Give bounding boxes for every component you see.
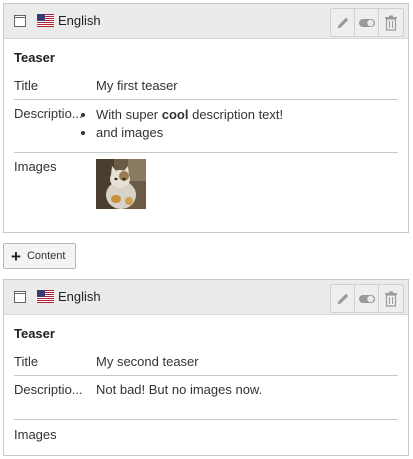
field-label-images: Images <box>14 159 57 174</box>
field-row-title: Title My first teaser <box>14 70 398 100</box>
element-actions <box>330 8 404 37</box>
pencil-icon <box>335 291 351 307</box>
field-label-title: Title <box>14 78 39 93</box>
content-element-card: English Teaser Title My second teaser De… <box>3 279 409 456</box>
us-flag-icon <box>37 290 54 303</box>
content-type-title: Teaser <box>14 50 55 65</box>
element-body: Teaser Title My second teaser Descriptio… <box>4 315 408 442</box>
language-label: English <box>58 13 101 28</box>
element-header: English <box>4 4 408 39</box>
field-label-title: Title <box>14 354 39 369</box>
field-value-images <box>96 427 398 442</box>
toggle-visibility-button[interactable] <box>355 9 379 36</box>
edit-button[interactable] <box>331 285 355 312</box>
toggle-visibility-icon <box>358 293 376 305</box>
field-row-description: Descriptio... With super cool descriptio… <box>14 100 398 153</box>
language-label: English <box>58 289 101 304</box>
add-content-button[interactable]: + Content <box>3 243 76 269</box>
element-header: English <box>4 280 408 315</box>
field-label-images: Images <box>14 427 57 442</box>
cat-image-thumbnail[interactable] <box>96 159 146 209</box>
field-value-description: Not bad! But no images now. <box>96 382 263 397</box>
content-type-title: Teaser <box>14 326 55 341</box>
field-row-images: Images <box>14 153 398 209</box>
edit-button[interactable] <box>331 9 355 36</box>
list-item: and images <box>96 124 398 142</box>
element-body: Teaser Title My first teaser Descriptio.… <box>4 39 408 209</box>
description-list: With super cool description text! and im… <box>60 106 398 142</box>
content-element-card: English Teaser Title My first teaser Des… <box>3 3 409 233</box>
toggle-visibility-button[interactable] <box>355 285 379 312</box>
field-row-description: Descriptio... Not bad! But no images now… <box>14 376 398 420</box>
us-flag-icon <box>37 14 54 27</box>
add-content-label: Content <box>26 250 66 262</box>
collapse-toggle-icon[interactable] <box>14 291 26 303</box>
plus-icon: + <box>11 246 21 266</box>
trash-icon <box>384 291 398 307</box>
field-value-images <box>96 159 398 209</box>
pencil-icon <box>335 15 351 31</box>
collapse-toggle-icon[interactable] <box>14 15 26 27</box>
field-value-description: With super cool description text! and im… <box>96 106 398 142</box>
field-value-title: My second teaser <box>96 354 199 369</box>
delete-button[interactable] <box>379 9 403 36</box>
field-label-description: Descriptio... <box>14 382 83 397</box>
toggle-visibility-icon <box>358 17 376 29</box>
field-value-title: My first teaser <box>96 78 178 93</box>
list-item: With super cool description text! <box>96 106 398 124</box>
delete-button[interactable] <box>379 285 403 312</box>
element-actions <box>330 284 404 313</box>
field-row-images: Images <box>14 420 398 442</box>
field-row-title: Title My second teaser <box>14 346 398 376</box>
trash-icon <box>384 15 398 31</box>
